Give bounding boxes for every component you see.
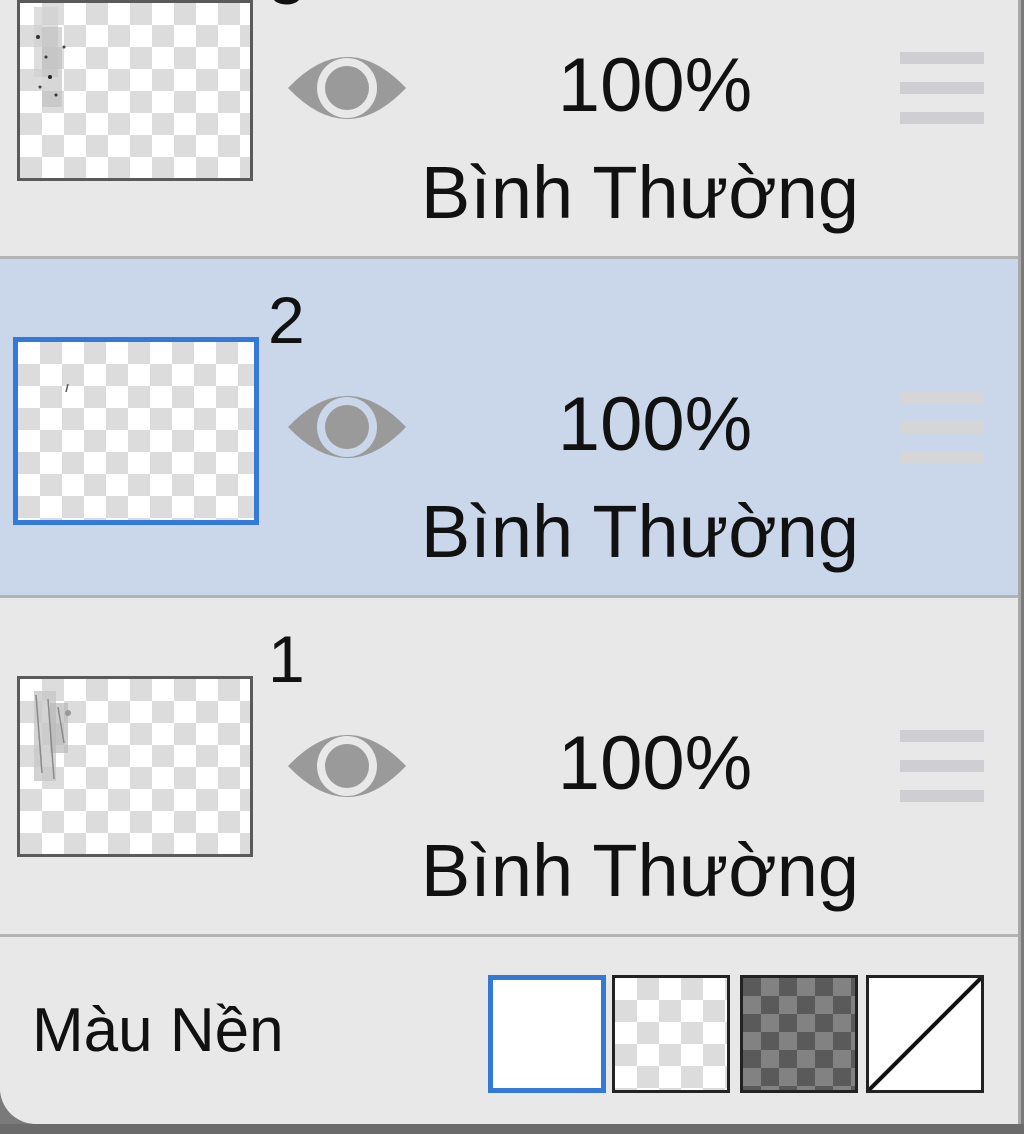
background-none-swatch[interactable] (866, 975, 984, 1093)
layer-thumbnail[interactable] (17, 0, 253, 181)
layer-number: 2 (268, 283, 305, 357)
background-white-swatch[interactable] (488, 975, 606, 1093)
sketch-preview-icon (65, 383, 69, 393)
drag-handle-icon[interactable] (900, 391, 984, 463)
layer-opacity[interactable]: 100% (500, 48, 810, 124)
eye-icon[interactable] (286, 44, 408, 132)
layer-number: 3 (268, 0, 305, 14)
layer-thumbnail[interactable] (13, 337, 259, 525)
layer-blend-mode[interactable]: Bình Thường (400, 156, 880, 230)
background-color-label: Màu Nền (32, 996, 284, 1065)
background-color-bar: Màu Nền (0, 937, 1018, 1124)
drag-handle-icon[interactable] (900, 52, 984, 124)
layer-thumbnail[interactable] (17, 676, 253, 857)
no-background-icon (869, 978, 981, 1090)
layers-panel: 3 100% Bình Thường 2 100% Bình Thường (0, 0, 1021, 1124)
layer-blend-mode[interactable]: Bình Thường (400, 495, 880, 569)
layer-row-2[interactable]: 2 100% Bình Thường (0, 259, 1018, 598)
canvas-edge (0, 1124, 1024, 1134)
eye-icon[interactable] (286, 722, 408, 810)
eye-icon[interactable] (286, 383, 408, 471)
layer-row-3[interactable]: 3 100% Bình Thường (0, 0, 1018, 259)
sketch-preview-icon (34, 7, 66, 107)
sketch-preview-icon (34, 691, 71, 781)
layer-number: 1 (268, 622, 305, 696)
layer-opacity[interactable]: 100% (500, 387, 810, 463)
layer-blend-mode[interactable]: Bình Thường (400, 834, 880, 908)
background-dark-checker-swatch[interactable] (740, 975, 858, 1093)
layer-row-1[interactable]: 1 100% Bình Thường (0, 598, 1018, 937)
drag-handle-icon[interactable] (900, 730, 984, 802)
background-light-checker-swatch[interactable] (612, 975, 730, 1093)
layer-opacity[interactable]: 100% (500, 726, 810, 802)
